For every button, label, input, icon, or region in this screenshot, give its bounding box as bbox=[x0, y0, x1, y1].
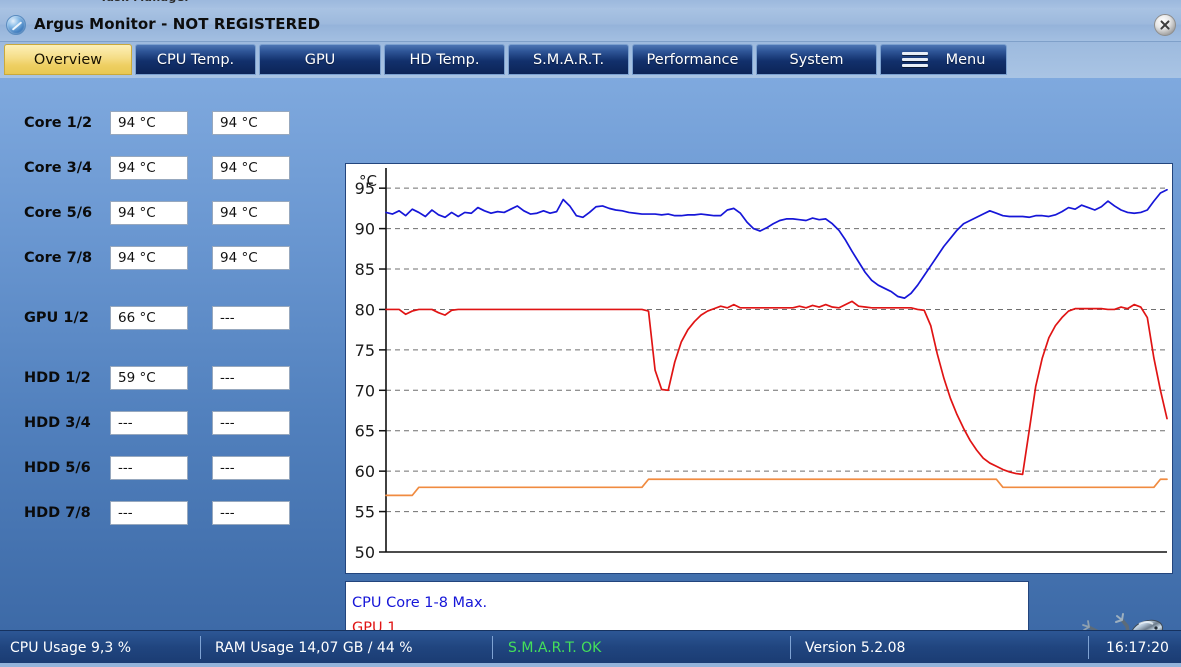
sensor-row: Core 5/6 94 °C 94 °C bbox=[0, 201, 330, 225]
tab-label: Overview bbox=[33, 51, 103, 68]
tab-label: System bbox=[789, 51, 844, 68]
chart-series-line bbox=[385, 188, 1168, 299]
sensor-label: HDD 1/2 bbox=[24, 370, 91, 386]
sensor-value-left: 66 °C bbox=[110, 306, 188, 330]
sensor-value-left: 94 °C bbox=[110, 111, 188, 135]
sensor-value-left: 94 °C bbox=[110, 246, 188, 270]
tab-overview[interactable]: Overview bbox=[4, 44, 132, 75]
status-separator bbox=[200, 636, 201, 659]
tab-label: GPU bbox=[304, 51, 336, 68]
sensor-row: Core 1/2 94 °C 94 °C bbox=[0, 111, 330, 135]
tab-bar: Overview CPU Temp. GPU HD Temp. S.M.A.R.T. Pe… bbox=[0, 42, 1181, 78]
chart-ytick-label: 50 bbox=[355, 543, 375, 562]
temperature-chart-panel[interactable]: °C 50 55 60 65 70 75 80 85 90 95 bbox=[345, 163, 1173, 574]
argus-monitor-window: Task Manager Argus Monitor - NOT REGISTE… bbox=[0, 0, 1181, 667]
sensor-value-right: --- bbox=[212, 366, 290, 390]
sensor-row: HDD 7/8 --- --- bbox=[0, 501, 330, 525]
sensor-label: Core 7/8 bbox=[24, 250, 93, 266]
tab-gpu[interactable]: GPU bbox=[259, 44, 381, 75]
status-separator bbox=[492, 636, 493, 659]
sensor-label: HDD 3/4 bbox=[24, 415, 91, 431]
tab-label: HD Temp. bbox=[409, 51, 480, 68]
status-clock: 16:17:20 bbox=[1106, 639, 1169, 656]
sensor-value-right: 94 °C bbox=[212, 246, 290, 270]
chart-ytick-label: 90 bbox=[355, 220, 375, 239]
tab-label: Performance bbox=[646, 51, 739, 68]
sensor-value-right: 94 °C bbox=[212, 201, 290, 225]
hamburger-icon bbox=[901, 52, 928, 67]
status-bar: CPU Usage 9,3 % RAM Usage 14,07 GB / 44 %… bbox=[0, 630, 1181, 663]
tab-label: Menu bbox=[945, 51, 986, 68]
window-title: Argus Monitor - NOT REGISTERED bbox=[34, 15, 321, 33]
tab-system[interactable]: System bbox=[756, 44, 877, 75]
status-separator bbox=[790, 636, 791, 659]
sensor-value-right: --- bbox=[212, 306, 290, 330]
sensor-value-left: 94 °C bbox=[110, 201, 188, 225]
chart-ytick-label: 75 bbox=[355, 341, 375, 360]
sensor-value-left: 59 °C bbox=[110, 366, 188, 390]
sensor-row: Core 7/8 94 °C 94 °C bbox=[0, 246, 330, 270]
sensor-label: HDD 7/8 bbox=[24, 505, 91, 521]
status-ram-usage: RAM Usage 14,07 GB / 44 % bbox=[215, 639, 413, 656]
temperature-chart[interactable]: °C50556065707580859095 bbox=[346, 164, 1174, 575]
tab-s-m-a-r-t[interactable]: S.M.A.R.T. bbox=[508, 44, 629, 75]
sensor-value-right: --- bbox=[212, 501, 290, 525]
status-cpu-usage: CPU Usage 9,3 % bbox=[10, 639, 132, 656]
parent-window-strip: Task Manager bbox=[0, 0, 1181, 8]
sensor-row: Core 3/4 94 °C 94 °C bbox=[0, 156, 330, 180]
chart-ytick-label: 95 bbox=[355, 179, 375, 198]
sensor-value-right: --- bbox=[212, 411, 290, 435]
sensor-value-right: 94 °C bbox=[212, 111, 290, 135]
chart-series-line bbox=[385, 300, 1168, 476]
sensor-label: HDD 5/6 bbox=[24, 460, 91, 476]
status-smart: S.M.A.R.T. OK bbox=[508, 639, 602, 656]
chart-ytick-label: 70 bbox=[355, 381, 375, 400]
content-area: Core 1/2 94 °C 94 °C Core 3/4 94 °C 94 °C Core… bbox=[0, 78, 1181, 667]
sensor-value-left: --- bbox=[110, 456, 188, 480]
tab-label: CPU Temp. bbox=[156, 51, 235, 68]
legend-item[interactable]: CPU Core 1-8 Max. bbox=[352, 591, 1028, 616]
sensor-value-right: 94 °C bbox=[212, 156, 290, 180]
tab-menu[interactable]: Menu bbox=[880, 44, 1007, 75]
sensor-row: HDD 3/4 --- --- bbox=[0, 411, 330, 435]
chart-series-line bbox=[385, 478, 1168, 497]
tab-label: S.M.A.R.T. bbox=[532, 51, 605, 68]
sensor-row: GPU 1/2 66 °C --- bbox=[0, 306, 330, 330]
chart-ytick-label: 85 bbox=[355, 260, 375, 279]
sensor-label: Core 1/2 bbox=[24, 115, 93, 131]
sensor-row: HDD 5/6 --- --- bbox=[0, 456, 330, 480]
chart-ytick-label: 65 bbox=[355, 422, 375, 441]
sensor-value-right: --- bbox=[212, 456, 290, 480]
tab-hd-temp[interactable]: HD Temp. bbox=[384, 44, 505, 75]
chart-ytick-label: 55 bbox=[355, 503, 375, 522]
chart-ytick-label: 80 bbox=[355, 300, 375, 319]
tab-cpu-temp[interactable]: CPU Temp. bbox=[135, 44, 256, 75]
status-separator bbox=[1088, 636, 1089, 659]
sensor-value-left: 94 °C bbox=[110, 156, 188, 180]
sensor-value-left: --- bbox=[110, 411, 188, 435]
status-version: Version 5.2.08 bbox=[805, 639, 906, 656]
tab-performance[interactable]: Performance bbox=[632, 44, 753, 75]
sensor-value-left: --- bbox=[110, 501, 188, 525]
argus-orb-icon bbox=[6, 15, 26, 35]
sensor-label: Core 3/4 bbox=[24, 160, 93, 176]
close-icon[interactable] bbox=[1154, 14, 1176, 36]
sensor-label: GPU 1/2 bbox=[24, 310, 89, 326]
sensor-label: Core 5/6 bbox=[24, 205, 93, 221]
parent-window-title: Task Manager bbox=[100, 0, 190, 4]
title-bar: Argus Monitor - NOT REGISTERED bbox=[0, 8, 1181, 42]
window-bottom-edge bbox=[0, 663, 1181, 667]
sensor-row: HDD 1/2 59 °C --- bbox=[0, 366, 330, 390]
chart-ytick-label: 60 bbox=[355, 462, 375, 481]
